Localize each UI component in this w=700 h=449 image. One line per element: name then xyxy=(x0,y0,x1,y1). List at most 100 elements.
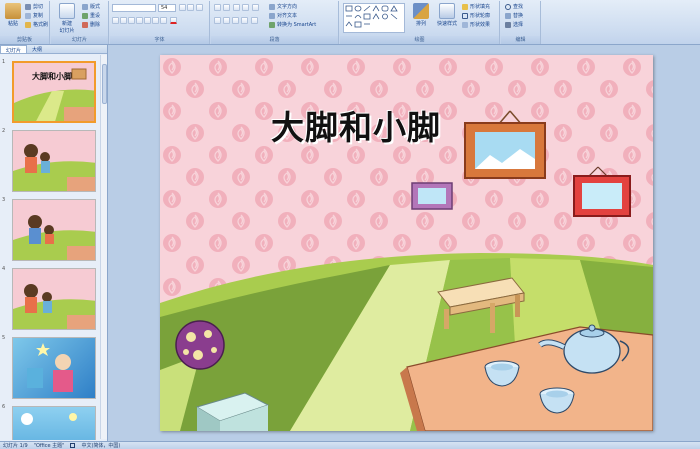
search-icon xyxy=(505,3,511,10)
slide-thumbnail[interactable]: 大脚和小脚 xyxy=(12,61,96,123)
decrease-indent-button[interactable] xyxy=(233,4,240,11)
effects-icon xyxy=(462,21,468,28)
clear-format-button[interactable] xyxy=(196,4,203,11)
font-color-button[interactable] xyxy=(170,17,177,24)
smartart-button[interactable]: 转换为 SmartArt xyxy=(269,21,316,28)
copy-icon xyxy=(25,12,31,19)
new-slide-button[interactable]: 新建 幻灯片 xyxy=(55,3,79,34)
align-center-button[interactable] xyxy=(223,17,230,24)
slide-thumbnail[interactable] xyxy=(12,268,96,330)
shape-effects-button[interactable]: 形状效果 xyxy=(462,21,490,28)
cursor-icon xyxy=(505,21,511,28)
cut-button[interactable]: 剪切 xyxy=(25,3,43,10)
status-bar: 幻灯片 1/9 "Office 主题" 中文(简体，中国) xyxy=(0,441,700,449)
slide-canvas[interactable]: 大脚和小脚 xyxy=(160,55,653,431)
layout-button[interactable]: 版式 xyxy=(82,3,100,10)
theme-name: "Office 主题" xyxy=(33,443,65,449)
slide-number: 4 xyxy=(2,266,6,272)
columns-button[interactable] xyxy=(251,17,258,24)
paragraph-group: 文字方向 对齐文本 转换为 SmartArt 段落 xyxy=(211,1,339,44)
thumb-art xyxy=(21,413,77,425)
tab-slides[interactable]: 幻灯片 xyxy=(0,45,28,54)
layout-icon xyxy=(82,3,88,10)
replace-button[interactable]: 替换 xyxy=(505,12,523,19)
shrink-font-button[interactable] xyxy=(187,4,194,11)
slide-thumbnail-row[interactable]: 2 xyxy=(0,128,100,192)
clipboard-group: 粘贴 剪切 复制 格式刷 剪贴板 xyxy=(0,1,50,44)
clipboard-label: 剪贴板 xyxy=(0,36,49,44)
editing-label: 编辑 xyxy=(501,36,540,44)
paste-button[interactable]: 粘贴 xyxy=(2,3,24,27)
thumb-art xyxy=(13,144,95,191)
arrange-button[interactable]: 排列 xyxy=(410,3,432,27)
slide-thumbnail[interactable] xyxy=(12,337,96,399)
grow-font-button[interactable] xyxy=(179,4,186,11)
drawing-group: 排列 快速样式 形状填充 形状轮廓 形状效果 绘图 xyxy=(340,1,500,44)
delete-icon xyxy=(82,21,88,28)
slide-title[interactable]: 大脚和小脚 xyxy=(271,101,441,149)
shadow-button[interactable] xyxy=(144,17,151,24)
numbering-button[interactable] xyxy=(223,4,230,11)
strike-button[interactable] xyxy=(136,17,143,24)
italic-button[interactable] xyxy=(120,17,127,24)
outline-icon xyxy=(462,12,468,19)
slide-thumbnail[interactable] xyxy=(12,199,96,261)
align-text-icon xyxy=(269,12,275,19)
select-button[interactable]: 选择 xyxy=(505,21,523,28)
slide-counter: 幻灯片 1/9 xyxy=(3,443,28,449)
line-spacing-button[interactable] xyxy=(252,4,259,11)
panel-scrollbar[interactable] xyxy=(100,55,107,439)
shape-outline-button[interactable]: 形状轮廓 xyxy=(462,12,490,19)
arrange-icon xyxy=(413,3,429,19)
copy-button[interactable]: 复制 xyxy=(25,12,43,19)
reset-icon xyxy=(82,12,88,19)
case-button[interactable] xyxy=(160,17,167,24)
thumb-art xyxy=(13,284,95,329)
text-direction-button[interactable]: 文字方向 xyxy=(269,3,297,10)
ball xyxy=(175,320,225,370)
shape-fill-button[interactable]: 形状填充 xyxy=(462,3,490,10)
slides-group: 新建 幻灯片 版式 重设 删除 幻灯片 xyxy=(51,1,109,44)
align-text-button[interactable]: 对齐文本 xyxy=(269,12,297,19)
thumb-art xyxy=(13,215,95,260)
tab-outline[interactable]: 大纲 xyxy=(27,45,47,53)
delete-button[interactable]: 删除 xyxy=(82,21,100,28)
slide-thumbnail[interactable] xyxy=(12,406,96,440)
slide-thumbnail-row[interactable]: 4 xyxy=(0,266,100,330)
ribbon: 粘贴 剪切 复制 格式刷 剪贴板 新建 幻灯片 版式 重设 删除 幻灯片 54 … xyxy=(0,0,700,45)
slide-number: 5 xyxy=(2,335,6,341)
justify-button[interactable] xyxy=(241,17,248,24)
small-picture-frame xyxy=(411,182,453,210)
shapes-gallery[interactable] xyxy=(343,3,405,33)
increase-indent-button[interactable] xyxy=(242,4,249,11)
font-name-field[interactable] xyxy=(112,4,156,12)
language-indicator: 中文(简体，中国) xyxy=(81,443,121,449)
scrollbar-thumb[interactable] xyxy=(102,64,107,104)
align-left-button[interactable] xyxy=(214,17,221,24)
align-right-button[interactable] xyxy=(232,17,239,24)
slides-label: 幻灯片 xyxy=(51,36,108,44)
reset-button[interactable]: 重设 xyxy=(82,12,100,19)
bullets-button[interactable] xyxy=(214,4,221,11)
text-direction-icon xyxy=(269,3,275,10)
font-size-field[interactable]: 54 xyxy=(158,4,176,12)
font-label: 字体 xyxy=(110,36,209,44)
slides-panel: 幻灯片 大纲 1 大脚和小脚 2 3 4 5 6 xyxy=(0,45,108,441)
slide-thumbnail-row[interactable]: 5 xyxy=(0,335,100,399)
slide-thumbnail-row[interactable]: 6 xyxy=(0,404,100,440)
brush-icon xyxy=(25,21,31,28)
paste-icon xyxy=(5,3,21,19)
thumb-art xyxy=(14,68,94,121)
find-button[interactable]: 查找 xyxy=(505,3,523,10)
slide-thumbnail-row[interactable]: 3 xyxy=(0,197,100,261)
quick-styles-icon xyxy=(439,3,455,19)
editing-group: 查找 替换 选择 编辑 xyxy=(501,1,541,44)
bold-button[interactable] xyxy=(112,17,119,24)
thumb-art xyxy=(27,343,73,392)
underline-button[interactable] xyxy=(128,17,135,24)
spacing-button[interactable] xyxy=(152,17,159,24)
format-painter-button[interactable]: 格式刷 xyxy=(25,21,48,28)
quick-styles-button[interactable]: 快速样式 xyxy=(434,3,460,27)
slide-thumbnail-row[interactable]: 1 大脚和小脚 xyxy=(0,59,100,123)
slide-thumbnail[interactable] xyxy=(12,130,96,192)
